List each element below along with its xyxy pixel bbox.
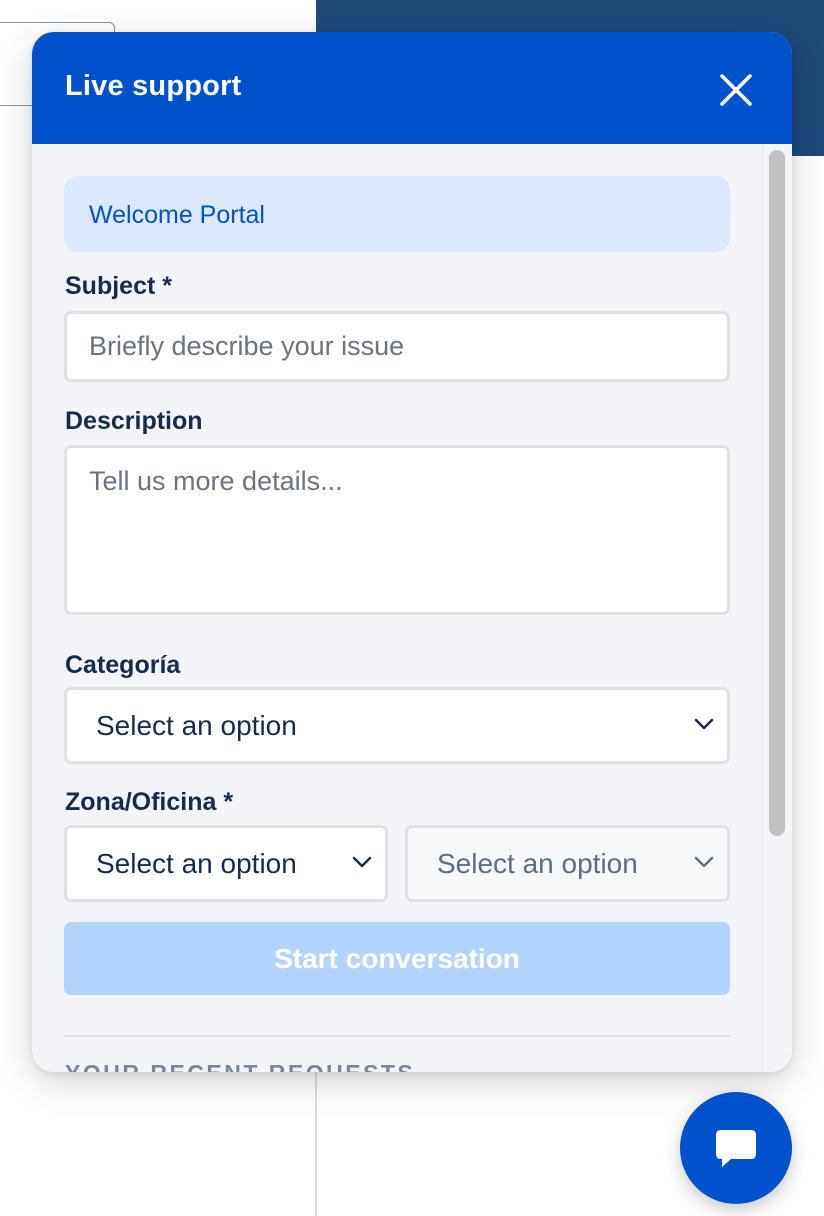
subject-input[interactable] (64, 311, 730, 382)
zona-primary-selected-value: Select an option (96, 848, 297, 879)
start-conversation-button[interactable]: Start conversation (64, 922, 730, 995)
widget-header: Live support (32, 32, 792, 144)
categoria-label: Categoría (65, 651, 181, 679)
close-button[interactable] (712, 66, 760, 114)
chevron-down-icon (352, 856, 372, 868)
chevron-down-icon (694, 856, 714, 868)
chevron-down-icon (694, 718, 714, 730)
chat-launcher-button[interactable] (680, 1092, 792, 1204)
categoria-selected-value: Select an option (96, 710, 297, 741)
scrollbar-thumb[interactable] (769, 150, 785, 836)
description-textarea[interactable] (64, 445, 730, 615)
chat-bubble-icon (716, 1130, 756, 1167)
categoria-select[interactable]: Select an option (64, 687, 730, 764)
recent-requests-heading: YOUR RECENT REQUESTS (65, 1060, 415, 1072)
description-label: Description (65, 407, 203, 435)
section-divider (64, 1035, 730, 1037)
welcome-banner: Welcome Portal (64, 176, 730, 252)
zona-label: Zona/Oficina * (65, 788, 234, 816)
zona-secondary-select[interactable]: Select an option (405, 825, 730, 902)
support-widget-panel: Live support Welcome Portal Subject * De… (32, 32, 792, 1072)
widget-title: Live support (65, 70, 242, 102)
close-icon (720, 74, 752, 106)
zona-primary-select[interactable]: Select an option (64, 825, 388, 902)
zona-secondary-selected-value: Select an option (437, 848, 638, 879)
background-divider (315, 1070, 317, 1216)
subject-label: Subject * (65, 272, 172, 300)
welcome-banner-text: Welcome Portal (89, 201, 265, 229)
widget-body: Welcome Portal Subject * Description Cat… (32, 144, 762, 1072)
